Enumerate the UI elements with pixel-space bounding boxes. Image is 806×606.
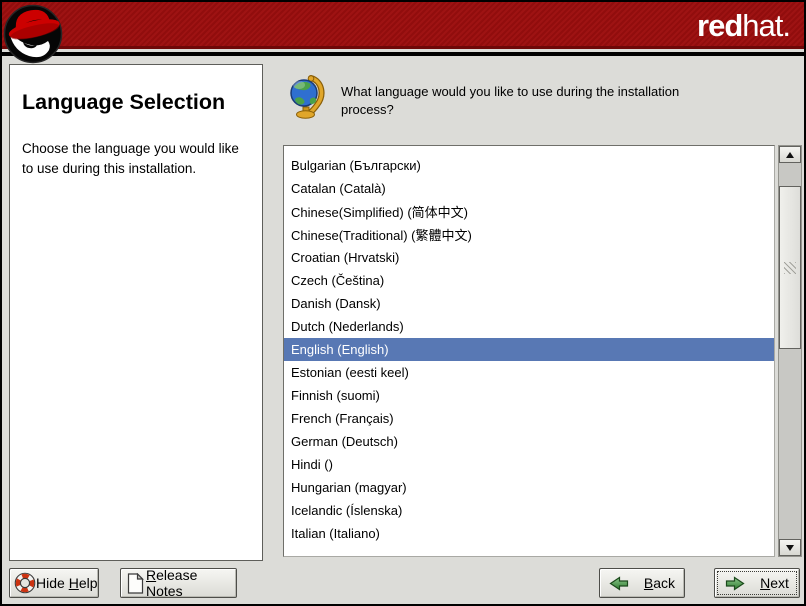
- help-panel: Language Selection Choose the language y…: [9, 64, 263, 561]
- banner-separator: [2, 52, 804, 56]
- list-item-label: Bulgarian (Български): [291, 158, 421, 173]
- list-item[interactable]: Italian (Italiano): [284, 522, 774, 545]
- page-title: Language Selection: [22, 89, 250, 115]
- list-item-label: Finnish (suomi): [291, 388, 380, 403]
- installer-window: redhat. Language Selection Choose the la…: [0, 0, 806, 606]
- list-item[interactable]: Dutch (Nederlands): [284, 315, 774, 338]
- scroll-up-button[interactable]: [779, 146, 801, 163]
- wordmark-light: hat.: [742, 8, 790, 43]
- scroll-down-icon: [786, 545, 794, 551]
- list-item[interactable]: French (Français): [284, 407, 774, 430]
- list-item-label: Hungarian (magyar): [291, 480, 407, 495]
- list-item[interactable]: Hungarian (magyar): [284, 476, 774, 499]
- list-item-label: English (English): [291, 342, 389, 357]
- redhat-shadowman-icon: [3, 4, 63, 64]
- language-list[interactable]: Bulgarian (Български) Catalan (Català) Chi…: [283, 145, 775, 557]
- list-item-label: Chinese(Simplified) (简体中文): [291, 202, 468, 221]
- list-item[interactable]: Finnish (suomi): [284, 384, 774, 407]
- list-item-label: Dutch (Nederlands): [291, 319, 404, 334]
- list-item-label: Catalan (Català): [291, 181, 386, 196]
- list-item[interactable]: Bulgarian (Български): [284, 154, 774, 177]
- hide-help-button[interactable]: Hide Help: [9, 568, 99, 598]
- scrollbar-grip-icon: [784, 262, 796, 274]
- hide-help-label: Hide Help: [36, 575, 98, 591]
- list-scrollbar[interactable]: [778, 145, 802, 557]
- green-arrow-left-icon: [609, 576, 629, 591]
- list-item[interactable]: Estonian (eesti keel): [284, 361, 774, 384]
- redhat-wordmark: redhat.: [697, 8, 790, 44]
- list-item-label: Estonian (eesti keel): [291, 365, 409, 380]
- release-notes-button[interactable]: Release Notes: [120, 568, 237, 598]
- release-notes-label: Release Notes: [146, 567, 236, 599]
- list-item[interactable]: Chinese(Traditional) (繁體中文): [284, 223, 774, 246]
- list-item-label: Croatian (Hrvatski): [291, 250, 399, 265]
- next-label: Next: [760, 575, 789, 591]
- green-arrow-right-icon: [725, 576, 745, 591]
- list-item-label: Danish (Dansk): [291, 296, 381, 311]
- list-item-label: German (Deutsch): [291, 434, 398, 449]
- list-item-label: Czech (Čeština): [291, 273, 384, 288]
- list-item[interactable]: Icelandic (Íslenska): [284, 499, 774, 522]
- scroll-up-icon: [786, 152, 794, 158]
- next-button[interactable]: Next: [714, 568, 800, 598]
- list-item[interactable]: Croatian (Hrvatski): [284, 246, 774, 269]
- globe-icon: [288, 74, 325, 119]
- list-item[interactable]: Hindi (): [284, 453, 774, 476]
- list-item-label: Hindi (): [291, 457, 333, 472]
- list-item[interactable]: Danish (Dansk): [284, 292, 774, 315]
- scroll-down-button[interactable]: [779, 539, 801, 556]
- wordmark-bold: red: [697, 8, 742, 43]
- help-text: Choose the language you would like to us…: [22, 139, 250, 179]
- list-item-label: Chinese(Traditional) (繁體中文): [291, 225, 472, 244]
- list-item[interactable]: Czech (Čeština): [284, 269, 774, 292]
- life-ring-icon: [14, 572, 36, 594]
- list-item[interactable]: Catalan (Català): [284, 177, 774, 200]
- scrollbar-thumb[interactable]: [779, 186, 801, 349]
- list-item-label: Icelandic (Íslenska): [291, 503, 402, 518]
- list-item[interactable]: German (Deutsch): [284, 430, 774, 453]
- back-label: Back: [644, 575, 675, 591]
- banner: [2, 2, 804, 49]
- question-text: What language would you like to use duri…: [341, 83, 703, 119]
- list-item-label: French (Français): [291, 411, 394, 426]
- list-item-label: Italian (Italiano): [291, 526, 380, 541]
- list-item[interactable]: English (English): [284, 338, 774, 361]
- back-button[interactable]: Back: [599, 568, 685, 598]
- list-item[interactable]: Chinese(Simplified) (简体中文): [284, 200, 774, 223]
- document-icon: [127, 573, 144, 594]
